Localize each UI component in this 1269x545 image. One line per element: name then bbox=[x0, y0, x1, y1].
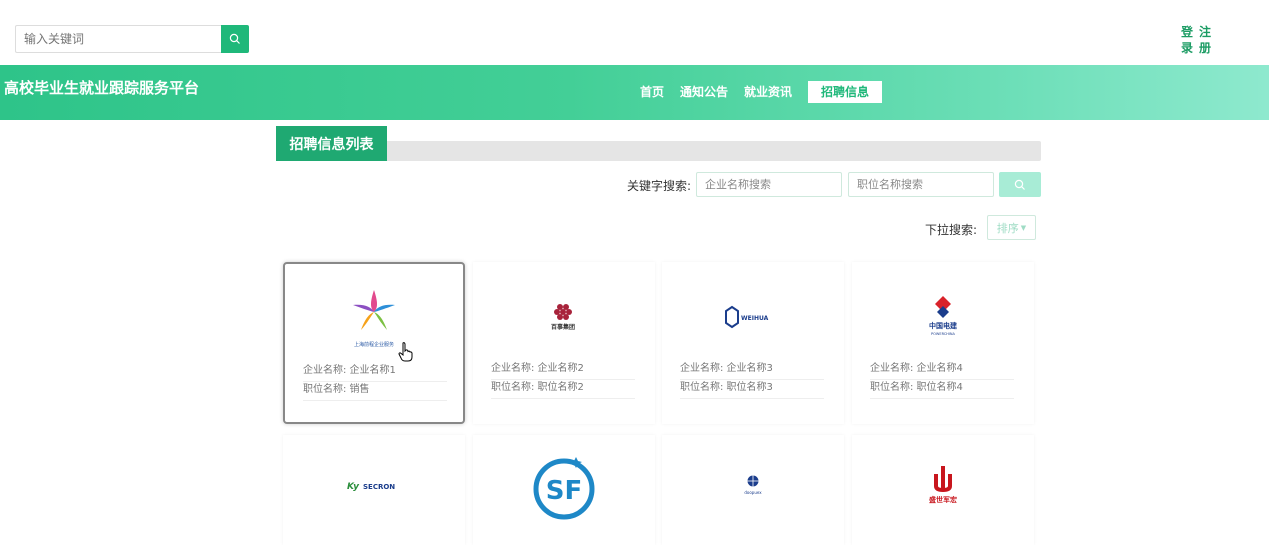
caret-down-icon: ▼ bbox=[1020, 223, 1027, 232]
logo-caption: 百事集团 bbox=[551, 323, 575, 331]
logo-caption: doopuex bbox=[744, 490, 762, 495]
top-bar: 登 注 录 册 bbox=[0, 0, 1269, 65]
company-logo: WEIHUA bbox=[662, 272, 844, 362]
search-button[interactable] bbox=[221, 25, 249, 53]
powerchina-logo-icon: 中国电建 POWERCHINA bbox=[929, 296, 958, 336]
nav-recruitment[interactable]: 招聘信息 bbox=[808, 81, 883, 103]
company-logo: 中国电建 POWERCHINA bbox=[852, 272, 1034, 362]
logo-caption: 盛世军宏 bbox=[929, 495, 957, 504]
nav-menu: 首页 通知公告 就业资讯 招聘信息 bbox=[632, 81, 883, 103]
shengshi-logo-icon: 盛世军宏 bbox=[929, 466, 957, 504]
globe-logo-icon: doopuex bbox=[744, 475, 762, 495]
logo-caption: SF bbox=[546, 476, 583, 506]
global-search bbox=[15, 25, 249, 53]
nav-news[interactable]: 就业资讯 bbox=[736, 81, 800, 103]
register-char-2[interactable]: 册 bbox=[1199, 40, 1217, 56]
job-card[interactable]: doopuex bbox=[662, 435, 844, 545]
sort-label: 排序 bbox=[996, 221, 1019, 235]
company-name: 企业名称: 企业名称4 bbox=[870, 361, 1014, 380]
position-name: 职位名称: 职位名称3 bbox=[680, 380, 824, 399]
search-icon bbox=[229, 33, 240, 44]
logo-caption: 上海前程企业服务 bbox=[354, 341, 394, 348]
position-name: 职位名称: 销售 bbox=[303, 382, 447, 401]
main-navbar: 高校毕业生就业跟踪服务平台 首页 通知公告 就业资讯 招聘信息 bbox=[0, 65, 1269, 120]
svg-text:Ky: Ky bbox=[347, 482, 360, 492]
company-logo: Ky SECRON bbox=[283, 435, 465, 535]
company-name: 企业名称: 企业名称3 bbox=[680, 361, 824, 380]
position-name: 职位名称: 职位名称4 bbox=[870, 380, 1014, 399]
login-char-2[interactable]: 录 bbox=[1181, 40, 1199, 56]
job-card[interactable]: SF bbox=[473, 435, 655, 545]
company-name: 企业名称: 企业名称2 bbox=[491, 361, 635, 380]
nav-notices[interactable]: 通知公告 bbox=[672, 81, 736, 103]
company-name: 企业名称: 企业名称1 bbox=[303, 363, 447, 382]
logo-subcaption: POWERCHINA bbox=[931, 332, 956, 336]
search-input[interactable] bbox=[15, 25, 221, 53]
list-search-button[interactable] bbox=[999, 172, 1041, 197]
job-card[interactable]: 盛世军宏 bbox=[852, 435, 1034, 545]
grape-logo-icon: 百事集团 bbox=[551, 304, 575, 331]
job-card[interactable]: 中国电建 POWERCHINA 企业名称: 企业名称4 职位名称: 职位名称4 bbox=[852, 262, 1034, 424]
auth-links: 登 注 录 册 bbox=[1181, 24, 1221, 56]
nav-home[interactable]: 首页 bbox=[632, 81, 672, 103]
register-char-1[interactable]: 注 bbox=[1199, 24, 1217, 40]
company-logo: 上海前程企业服务 bbox=[285, 274, 463, 364]
sort-dropdown[interactable]: 排序 ▼ bbox=[987, 215, 1036, 240]
secron-logo-icon: Ky SECRON bbox=[347, 482, 395, 492]
position-search-input[interactable]: 职位名称搜索 bbox=[848, 172, 994, 197]
job-card[interactable]: WEIHUA 企业名称: 企业名称3 职位名称: 职位名称3 bbox=[662, 262, 844, 424]
keyword-search-label: 关键字搜索: bbox=[627, 179, 692, 193]
job-card[interactable]: 上海前程企业服务 企业名称: 企业名称1 职位名称: 销售 bbox=[283, 262, 465, 424]
sf-logo-icon: SF bbox=[533, 457, 595, 520]
company-logo: SF bbox=[473, 435, 655, 535]
site-brand[interactable]: 高校毕业生就业跟踪服务平台 bbox=[4, 77, 199, 98]
logo-caption: WEIHUA bbox=[741, 315, 769, 322]
logo-caption: 中国电建 bbox=[929, 321, 958, 330]
company-search-input[interactable]: 企业名称搜索 bbox=[696, 172, 842, 197]
tab-recruitment-list[interactable]: 招聘信息列表 bbox=[276, 126, 387, 161]
list-header: 招聘信息列表 bbox=[276, 126, 1041, 161]
dropdown-search-label: 下拉搜索: bbox=[925, 223, 978, 237]
logo-caption: SECRON bbox=[363, 483, 395, 491]
login-char-1[interactable]: 登 bbox=[1181, 24, 1199, 40]
company-logo: doopuex bbox=[662, 435, 844, 535]
job-card[interactable]: 百事集团 企业名称: 企业名称2 职位名称: 职位名称2 bbox=[473, 262, 655, 424]
company-logo: 百事集团 bbox=[473, 272, 655, 362]
weihua-logo-icon: WEIHUA bbox=[725, 305, 769, 329]
hand-cursor-icon bbox=[398, 342, 413, 362]
position-name: 职位名称: 职位名称2 bbox=[491, 380, 635, 399]
list-header-bar bbox=[276, 141, 1041, 161]
search-icon bbox=[1014, 179, 1025, 190]
company-logo: 盛世军宏 bbox=[852, 435, 1034, 535]
job-card[interactable]: Ky SECRON bbox=[283, 435, 465, 545]
